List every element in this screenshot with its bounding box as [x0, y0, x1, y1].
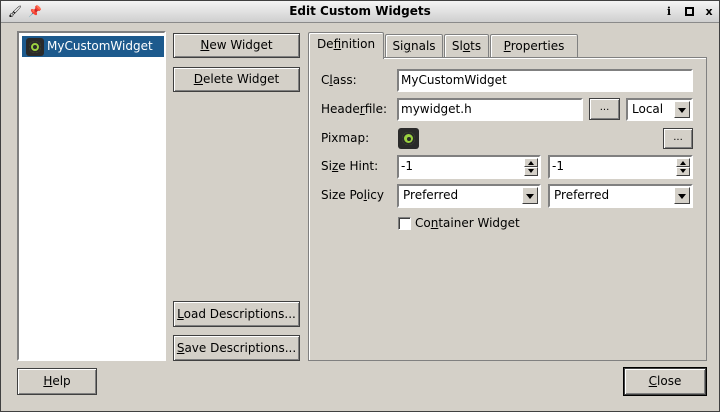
maximize-icon[interactable]	[681, 4, 697, 20]
tab-properties[interactable]: Properties	[490, 34, 578, 58]
tab-slots[interactable]: Slots	[444, 34, 489, 58]
window-title: Edit Custom Widgets	[289, 4, 431, 18]
list-item-label: MyCustomWidget	[47, 39, 153, 53]
delete-widget-button[interactable]: Delete Widget	[173, 67, 300, 92]
new-widget-button[interactable]: New Widget	[173, 33, 300, 58]
save-descriptions-button[interactable]: Save Descriptions...	[173, 335, 300, 361]
qt-logo-icon	[26, 38, 44, 56]
close-icon[interactable]: x	[701, 4, 717, 20]
title-bar[interactable]: 🖌 📌 Edit Custom Widgets i x	[1, 1, 719, 23]
help-button[interactable]: Help	[17, 368, 97, 395]
tab-definition[interactable]: Definition	[308, 32, 384, 59]
list-item[interactable]: MyCustomWidget	[22, 36, 164, 57]
load-descriptions-button[interactable]: Load Descriptions...	[173, 301, 300, 327]
tab-signals[interactable]: Signals	[385, 34, 443, 58]
close-button[interactable]: Close	[623, 367, 707, 396]
help-icon[interactable]: i	[661, 4, 677, 20]
definition-panel	[308, 57, 707, 361]
widget-list[interactable]: MyCustomWidget	[17, 31, 166, 361]
edit-custom-widgets-dialog: 🖌 📌 Edit Custom Widgets i x MyCustomWidg…	[0, 0, 720, 412]
